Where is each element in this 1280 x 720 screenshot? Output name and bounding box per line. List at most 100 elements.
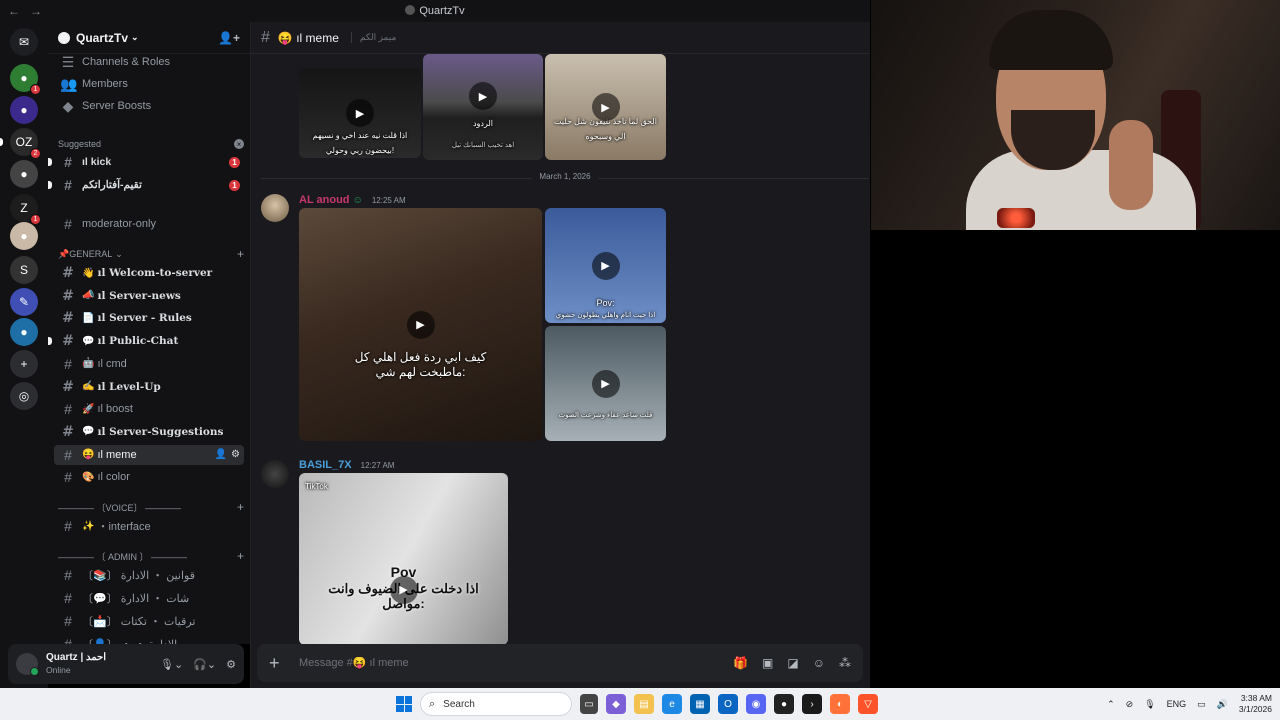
play-icon[interactable]: ▶ bbox=[469, 82, 497, 111]
members-item[interactable]: 👥 Members bbox=[54, 74, 244, 94]
copilot-icon[interactable]: ◆ bbox=[606, 694, 626, 714]
server-server-5-icon[interactable]: Z1 bbox=[10, 194, 41, 225]
chevron-up-icon[interactable]: ⌃ bbox=[1107, 699, 1115, 710]
store-icon[interactable]: ▦ bbox=[690, 694, 710, 714]
message-input[interactable] bbox=[299, 657, 734, 669]
task-view-icon[interactable]: ▭ bbox=[580, 694, 598, 714]
avatar[interactable] bbox=[261, 460, 289, 488]
windows-start-icon[interactable] bbox=[396, 696, 412, 712]
outlook-icon[interactable]: O bbox=[718, 694, 738, 714]
channel-moderator-only[interactable]: # moderator-only bbox=[54, 214, 244, 234]
server-server-2-icon[interactable]: ● bbox=[10, 96, 38, 124]
firefox-icon[interactable]: ◐ bbox=[830, 694, 850, 714]
server-discover-icon[interactable]: ◎ bbox=[10, 382, 38, 410]
suggested-channel-avatars[interactable]: # تقيم-آفتاراتكم 1 bbox=[48, 175, 244, 195]
video-attachment[interactable]: قلت ساعد عفاء وشرعت الصوت ▶ bbox=[545, 326, 666, 441]
message-header: BASIL_7X 12:27 AM bbox=[299, 459, 394, 471]
avatar[interactable] bbox=[261, 194, 289, 222]
language-indicator[interactable]: ENG bbox=[1167, 699, 1187, 709]
gift-icon[interactable]: 🎁 bbox=[733, 656, 748, 670]
admin-channel-promotions[interactable]: # 〔📩〕 ترقيات ・ تكتات bbox=[54, 611, 244, 631]
server-server-3-icon[interactable]: OZ 2 bbox=[10, 128, 41, 159]
category-voice[interactable]: ———— 〔VOICE〕 ———— + bbox=[58, 499, 244, 515]
video-attachment[interactable]: الحق لما تاخذ تليفون شل حليت الي وسبحوه … bbox=[545, 54, 666, 160]
server-server-4-icon[interactable]: ● bbox=[10, 160, 38, 188]
display-icon[interactable]: ▭ bbox=[1197, 699, 1206, 710]
category-admin[interactable]: ———— 〔 ADMIN 〕 ———— + bbox=[58, 548, 244, 564]
author-name[interactable]: BASIL_7X bbox=[299, 459, 352, 471]
channel-item[interactable]: # 😝 ıl meme 👤 ⚙ bbox=[54, 444, 244, 465]
plus-icon[interactable]: + bbox=[269, 653, 285, 674]
members-icon: 👥 bbox=[60, 75, 78, 92]
taskbar-search[interactable]: ⌕ Search bbox=[420, 692, 572, 716]
gear-icon[interactable]: ⚙ bbox=[231, 449, 240, 460]
obs-icon[interactable]: ● bbox=[774, 694, 794, 714]
gear-icon[interactable]: ⚙ bbox=[226, 658, 236, 671]
invite-people-icon[interactable]: 👤+ bbox=[218, 31, 240, 45]
emoji-icon[interactable]: ☺ bbox=[813, 656, 825, 670]
video-attachment[interactable]: كيف ابي ردة فعل اهلي كل ماطبخت لهم شي: ▶ bbox=[299, 208, 542, 441]
invite-icon[interactable]: 👤 bbox=[215, 449, 227, 460]
channels-roles-item[interactable]: ☰ Channels & Roles bbox=[54, 52, 244, 72]
channel-header: # 😝 ıl meme ميمز الكم bbox=[251, 22, 870, 54]
headphones-icon[interactable]: 🎧⌄ bbox=[193, 658, 216, 671]
chat-area: # 😝 ıl meme ميمز الكم اذا قلت نيه عند اخ… bbox=[250, 22, 870, 688]
author-name[interactable]: AL anoud bbox=[299, 194, 350, 206]
avatar[interactable] bbox=[16, 653, 39, 676]
voice-channel-interface[interactable]: # ✨ ・interface bbox=[54, 516, 244, 536]
server-server-9-icon[interactable]: ● bbox=[10, 318, 38, 346]
category-general[interactable]: 📌GENERAL ⌄ + bbox=[58, 246, 244, 262]
network-off-icon[interactable]: ⊘ bbox=[1126, 699, 1134, 710]
sticker-icon[interactable]: ◪ bbox=[787, 656, 798, 670]
volume-icon[interactable]: 🔊 bbox=[1217, 699, 1228, 710]
suggested-channel-kick[interactable]: # ıl kick 1 bbox=[48, 152, 244, 172]
close-icon[interactable]: × bbox=[234, 139, 244, 149]
channel-item[interactable]: # 💬 ıl Public-Chat bbox=[48, 331, 244, 351]
server-server-7-icon[interactable]: S bbox=[10, 256, 38, 284]
channel-item[interactable]: # 👋 ıl Welcom-to-server bbox=[54, 263, 244, 283]
server-server-8-icon[interactable]: ✎ bbox=[10, 288, 38, 316]
server-server-1-icon[interactable]: ● 1 bbox=[10, 64, 41, 95]
video-attachment[interactable]: Pov: اذا جيت انام واهلي يطولون حشوي ▶ bbox=[545, 208, 666, 323]
discord-icon[interactable]: ◉ bbox=[746, 694, 766, 714]
file-explorer-icon[interactable]: ▤ bbox=[634, 694, 654, 714]
add-channel-icon[interactable]: + bbox=[237, 247, 244, 261]
video-attachment[interactable]: الردود اهد تخيب السبانك تيل ▶ bbox=[423, 54, 543, 160]
server-boosts-item[interactable]: ◆ Server Boosts bbox=[54, 96, 244, 116]
server-header[interactable]: QuartzTv ⌄ 👤+ bbox=[48, 22, 250, 54]
channel-item[interactable]: # 📣 ıl Server-news bbox=[54, 286, 244, 306]
server-add-server-icon[interactable]: + bbox=[10, 350, 38, 378]
clock[interactable]: 3:38 AM 3/1/2026 bbox=[1239, 693, 1272, 715]
channel-item[interactable]: # 📄 ıl Server - Rules bbox=[54, 308, 244, 328]
play-icon[interactable]: ▶ bbox=[346, 99, 374, 127]
apps-icon[interactable]: ⁂ bbox=[839, 656, 851, 670]
add-channel-icon[interactable]: + bbox=[237, 549, 244, 563]
gif-icon[interactable]: ▣ bbox=[762, 656, 773, 670]
play-icon[interactable]: ▶ bbox=[591, 93, 620, 121]
channel-item[interactable]: # ✍️ ıl Level-Up bbox=[54, 377, 244, 397]
video-attachment[interactable]: اذا قلت نيه عند اخي و نسيهم بيحضون ربي و… bbox=[299, 68, 421, 158]
channel-item[interactable]: # 🤖 ıl cmd bbox=[54, 354, 244, 374]
channel-item[interactable]: # 💬 ıl Server-Suggestions bbox=[54, 422, 244, 442]
user-info[interactable]: Quartz | احمد Online bbox=[46, 652, 106, 676]
video-attachment[interactable]: TikTok Pov اذا دخلت على الضيوف وانت مواص… bbox=[299, 473, 508, 645]
play-icon[interactable]: ▶ bbox=[591, 369, 620, 398]
play-icon[interactable]: ▶ bbox=[406, 310, 435, 339]
admin-channel-chat[interactable]: # 〔💬〕 شات ・ الادارة bbox=[54, 588, 244, 608]
server-server-6-icon[interactable]: ● bbox=[10, 222, 38, 250]
play-icon[interactable]: ▶ bbox=[591, 251, 620, 280]
microphone-icon[interactable]: 🎙 bbox=[1144, 699, 1155, 710]
add-channel-icon[interactable]: + bbox=[237, 500, 244, 514]
play-icon[interactable]: ▶ bbox=[389, 575, 418, 604]
microphone-icon[interactable]: 🎙⌄ bbox=[160, 658, 183, 671]
brave-icon[interactable]: ▽ bbox=[858, 694, 878, 714]
terminal-icon[interactable]: › bbox=[802, 694, 822, 714]
channel-item[interactable]: # 🚀 ıl boost bbox=[54, 399, 244, 419]
edge-icon[interactable]: e bbox=[662, 694, 682, 714]
taskbar: ⌕ Search ▭ ◆ ▤ e ▦ O ◉ ● › ◐ ▽ ⌃ ⊘ 🎙 ENG … bbox=[0, 688, 1280, 720]
channel-item[interactable]: # 🎨 ıl color bbox=[54, 467, 244, 487]
server-discord-home-icon[interactable]: ✉ bbox=[10, 28, 38, 56]
admin-channel-more[interactable]: #〔👤〕 ・ ・ الادارة bbox=[54, 634, 244, 644]
admin-channel-rules[interactable]: # 〔📚〕 قوانين ・ الادارة bbox=[54, 565, 244, 585]
server-icon bbox=[58, 31, 70, 44]
